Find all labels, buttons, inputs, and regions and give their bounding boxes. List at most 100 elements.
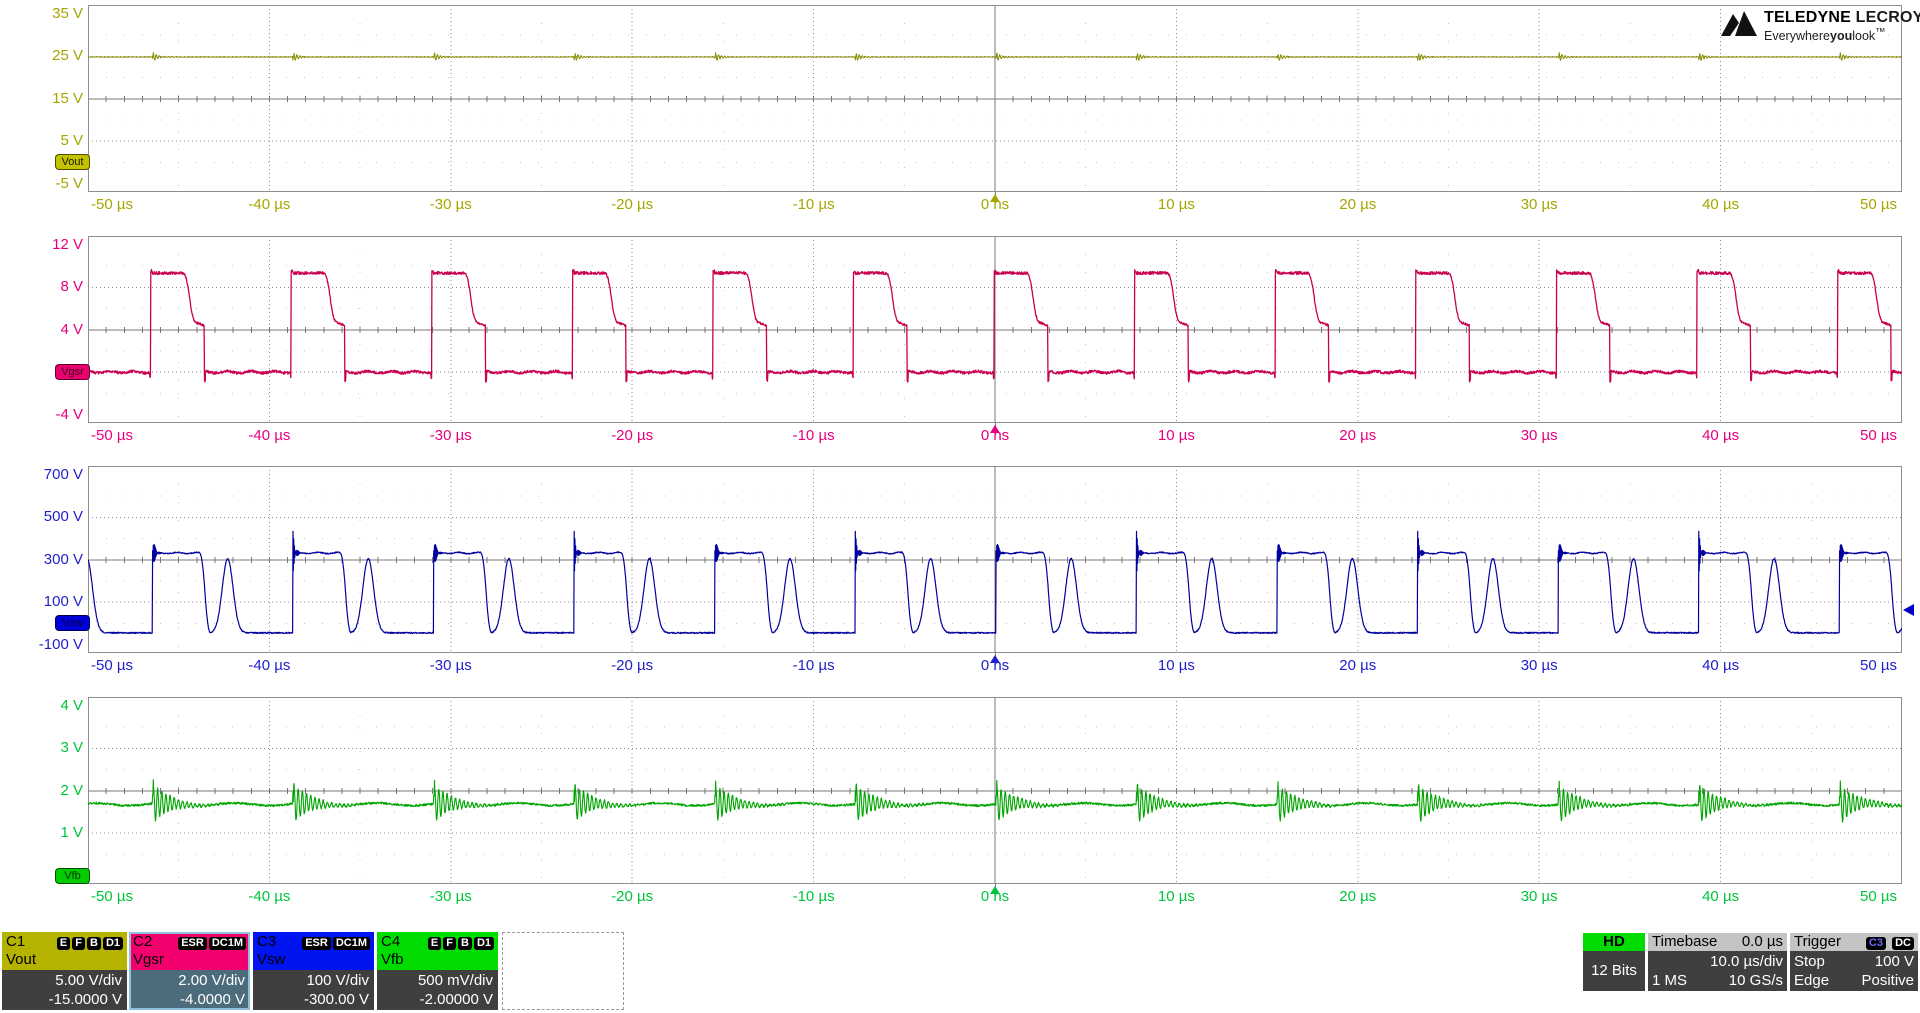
time-label: 20 µs <box>1339 196 1377 213</box>
channel-box-c2[interactable]: C2 ESR DC1M Vgsr 2.00 V/div -4.0000 V <box>129 932 250 1010</box>
time-label: 30 µs <box>1520 427 1558 444</box>
time-label: -10 µs <box>792 657 835 674</box>
time-label: 10 µs <box>1157 888 1195 905</box>
hd-acquisition-box[interactable]: HD 12 Bits <box>1583 933 1645 991</box>
time-label: 20 µs <box>1339 657 1377 674</box>
channel-offset: -300.00 V <box>303 991 369 1008</box>
axis-label-c2: -4 V <box>55 405 83 423</box>
axis-label-c3: 500 V <box>43 508 83 526</box>
timebase-scale: 10.0 µs/div <box>1710 953 1783 970</box>
grid-c1-plot <box>88 5 1902 192</box>
time-label: -10 µs <box>792 888 835 905</box>
channel-badge-esr: ESR <box>302 937 331 950</box>
grid-c2-plot <box>88 236 1902 423</box>
timebase-box[interactable]: Timebase 0.0 µs 10.0 µs/div 1 MS 10 GS/s <box>1648 933 1787 991</box>
time-label: -20 µs <box>611 196 654 213</box>
time-label: 10 µs <box>1157 657 1195 674</box>
channel-box-c1[interactable]: C1 E F B D1 Vout 5.00 V/div -15.0000 V <box>2 932 127 1010</box>
oscilloscope-screen: TELEDYNE LECROY Everywhereyoulook™ 35 V 2… <box>0 0 1920 1013</box>
channel-tag-vsw[interactable]: Vsw <box>55 615 90 632</box>
channel-name: Vfb <box>381 951 404 968</box>
channel-id: C3 <box>257 933 277 950</box>
trigger-time-marker[interactable] <box>990 194 1000 202</box>
time-label: 50 µs <box>1860 657 1897 674</box>
time-label: 30 µs <box>1520 196 1558 213</box>
time-label: 40 µs <box>1702 196 1740 213</box>
channel-offset: -4.0000 V <box>179 991 245 1008</box>
empty-channel-slot[interactable] <box>502 932 624 1010</box>
time-label: -40 µs <box>248 196 291 213</box>
channel-tag-vgsr[interactable]: Vgsr <box>55 364 90 381</box>
trigger-mode: Stop <box>1794 953 1825 970</box>
channel-badge-f: F <box>443 937 456 950</box>
channel-badge-dc1m: DC1M <box>208 937 246 950</box>
time-label: 40 µs <box>1702 888 1740 905</box>
time-label: -50 µs <box>91 888 133 905</box>
time-label: 20 µs <box>1339 888 1377 905</box>
teledyne-lecroy-logo: TELEDYNE LECROY Everywhereyoulook™ <box>1718 9 1920 43</box>
channel-scale: 500 mV/div <box>417 972 493 989</box>
timebase-title: Timebase <box>1652 933 1718 950</box>
channel-scale: 100 V/div <box>306 972 369 989</box>
channel-badge-f: F <box>72 937 85 950</box>
axis-label-c2: 8 V <box>60 278 83 296</box>
axis-label-c4: 3 V <box>60 739 83 757</box>
axis-label-c4: 4 V <box>60 697 83 714</box>
trigger-time-marker[interactable] <box>990 655 1000 663</box>
grid-c3-plot <box>88 466 1902 653</box>
trigger-box[interactable]: Trigger C3 DC Stop 100 V Edge Positive <box>1790 933 1918 991</box>
time-label: 10 µs <box>1157 427 1195 444</box>
time-label: 50 µs <box>1860 196 1897 213</box>
time-label: -30 µs <box>429 427 472 444</box>
trigger-source-badge: C3 <box>1865 937 1886 950</box>
time-label: -50 µs <box>91 657 133 674</box>
channel-id: C1 <box>6 933 26 950</box>
axis-label-c1: 15 V <box>52 89 83 107</box>
time-label: 40 µs <box>1702 657 1740 674</box>
time-label: -30 µs <box>429 888 472 905</box>
teledyne-arrows-icon <box>1721 11 1757 36</box>
time-label: 50 µs <box>1860 427 1897 444</box>
time-label: 30 µs <box>1520 888 1558 905</box>
timebase-sample-rate: 10 GS/s <box>1728 972 1783 989</box>
timebase-record-length: 1 MS <box>1652 972 1688 989</box>
axis-label-c3: 100 V <box>43 593 83 611</box>
trigger-title: Trigger <box>1794 933 1841 950</box>
axis-label-c2: 12 V <box>52 236 83 253</box>
channel-name: Vgsr <box>133 951 164 968</box>
channel-tag-vout[interactable]: Vout <box>55 154 90 171</box>
axis-label-c1: 25 V <box>52 47 83 65</box>
time-label: 50 µs <box>1860 888 1897 905</box>
time-label: 40 µs <box>1702 427 1740 444</box>
channel-id: C4 <box>381 933 401 950</box>
channel-badge-d1: D1 <box>102 937 123 950</box>
trigger-time-marker[interactable] <box>990 425 1000 433</box>
trigger-time-marker[interactable] <box>990 886 1000 894</box>
time-label: -50 µs <box>91 427 133 444</box>
trigger-coupling-badge: DC <box>1892 937 1914 950</box>
axis-label-c1: 5 V <box>60 132 83 150</box>
time-label: -20 µs <box>611 657 654 674</box>
channel-name: Vout <box>6 951 37 968</box>
channel-box-c4[interactable]: C4 E F B D1 Vfb 500 mV/div -2.00000 V <box>377 932 498 1010</box>
axis-label-c3: 300 V <box>43 550 83 568</box>
time-label: -10 µs <box>792 196 835 213</box>
channel-scale: 2.00 V/div <box>178 972 245 989</box>
channel-badge-e: E <box>427 937 442 950</box>
channel-tag-vfb[interactable]: Vfb <box>55 867 90 884</box>
time-label: -20 µs <box>611 888 654 905</box>
channel-box-c3[interactable]: C3 ESR DC1M Vsw 100 V/div -300.00 V <box>253 932 374 1010</box>
time-label: -50 µs <box>91 196 133 213</box>
channel-scale: 5.00 V/div <box>55 972 122 989</box>
time-label: -40 µs <box>248 888 291 905</box>
channel-offset: -2.00000 V <box>419 991 493 1008</box>
logo-tagline: Everywhereyoulook™ <box>1764 27 1886 44</box>
time-label: -30 µs <box>429 196 472 213</box>
time-label: 10 µs <box>1157 196 1195 213</box>
trigger-type: Edge <box>1794 972 1830 989</box>
time-label: -20 µs <box>611 427 654 444</box>
trigger-level-arrow[interactable] <box>1903 604 1914 616</box>
axis-label-c3: 700 V <box>43 466 83 483</box>
channel-badge-d1: D1 <box>473 937 494 950</box>
axis-label-c4: 2 V <box>60 781 83 799</box>
